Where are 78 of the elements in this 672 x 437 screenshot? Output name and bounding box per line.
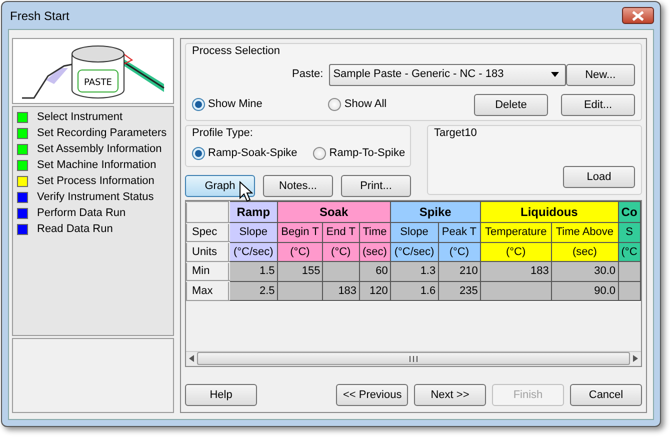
step-label: Verify Instrument Status: [37, 190, 154, 205]
action-button[interactable]: Print...: [341, 174, 411, 196]
table-cell: Slope: [229, 222, 278, 242]
group-header: Liquidous: [480, 202, 618, 222]
grip-icon: [409, 356, 418, 362]
table-cell: 155: [277, 262, 323, 281]
table-cell: 1.6: [390, 281, 438, 300]
step-label: Read Data Run: [37, 222, 113, 237]
mouse-pointer-icon: [239, 181, 253, 203]
footer-button[interactable]: Help: [185, 384, 257, 406]
table-cell: 2.5: [229, 281, 278, 300]
scroll-right-icon[interactable]: [633, 355, 638, 362]
table-cell: (°C): [480, 242, 552, 262]
table-cell: 1.5: [229, 262, 278, 281]
table-cell: (sec): [359, 242, 390, 262]
action-button[interactable]: Notes...: [263, 174, 333, 196]
table-cell: (°C): [438, 242, 480, 262]
table-cell: Peak T: [438, 222, 480, 242]
table-cell: Time Above: [551, 222, 618, 242]
radio-button[interactable]: Show All: [328, 96, 387, 113]
delete-button[interactable]: Delete: [474, 94, 548, 116]
table-cell: 210: [438, 262, 480, 281]
table-cell: Time: [359, 222, 390, 242]
table-cell: (sec): [551, 242, 618, 262]
table-cell: 60: [359, 262, 390, 281]
close-icon: [632, 10, 644, 20]
table-cell: (°C): [322, 242, 360, 262]
window-title: Fresh Start: [9, 8, 70, 24]
step-label: Set Recording Parameters: [37, 126, 167, 141]
group-header: Ramp: [229, 202, 278, 222]
step-label: Select Instrument: [37, 110, 123, 125]
group-header: Co: [618, 202, 640, 222]
table-cell: (°C: [618, 242, 640, 262]
group-title: Profile Type:: [192, 126, 254, 140]
row-header: Spec: [187, 222, 229, 242]
close-button[interactable]: [622, 7, 654, 24]
group-header: Spike: [390, 202, 480, 222]
table-cell: 183: [480, 262, 552, 281]
row-header: Min: [187, 262, 229, 281]
step-label: Set Machine Information: [37, 158, 156, 173]
jar-label: PASTE: [84, 78, 112, 88]
table-cell: 120: [359, 281, 390, 300]
footer-button[interactable]: Next >>: [414, 384, 486, 406]
dropdown-arrow-icon: [550, 72, 559, 77]
group-header: Soak: [277, 202, 390, 222]
footer-button[interactable]: << Previous: [336, 384, 408, 406]
step-label: Set Assembly Information: [37, 142, 162, 157]
table-cell: 30.0: [551, 262, 618, 281]
table-cell: End T: [322, 222, 360, 242]
table-cell: 90.0: [551, 281, 618, 300]
table-cell: 183: [322, 281, 360, 300]
group-title: Target10: [434, 126, 478, 140]
table-cell: Slope: [390, 222, 438, 242]
radio-button[interactable]: Ramp-Soak-Spike: [192, 145, 298, 162]
table-cell: (°C): [277, 242, 323, 262]
action-button[interactable]: Graph: [185, 174, 255, 196]
group-title: Process Selection: [192, 44, 282, 59]
table-cell: 1.3: [390, 262, 438, 281]
new-button[interactable]: New...: [566, 64, 635, 86]
table-cell: Begin T: [277, 222, 323, 242]
table-cell: (°C/sec): [390, 242, 438, 262]
edit-button[interactable]: Edit...: [561, 94, 635, 116]
scroll-left-icon[interactable]: [189, 355, 194, 362]
paste-dropdown[interactable]: Sample Paste - Generic - NC - 183: [329, 64, 566, 86]
radio-button[interactable]: Show Mine: [192, 96, 262, 113]
row-header: Max: [187, 281, 229, 300]
step-label: Set Process Information: [37, 174, 154, 189]
footer-button[interactable]: Cancel: [570, 384, 642, 406]
row-header: Units: [187, 242, 229, 262]
paste-jar-drawing: [72, 46, 124, 98]
table-cell: S: [618, 222, 640, 242]
load-button[interactable]: Load: [563, 166, 635, 188]
table-cell: Temperature: [480, 222, 552, 242]
step-label: Perform Data Run: [37, 206, 126, 221]
table-cell: 235: [438, 281, 480, 300]
radio-button[interactable]: Ramp-To-Spike: [313, 145, 406, 162]
paste-label: Paste:: [292, 67, 324, 82]
table-cell: (°C/sec): [229, 242, 278, 262]
